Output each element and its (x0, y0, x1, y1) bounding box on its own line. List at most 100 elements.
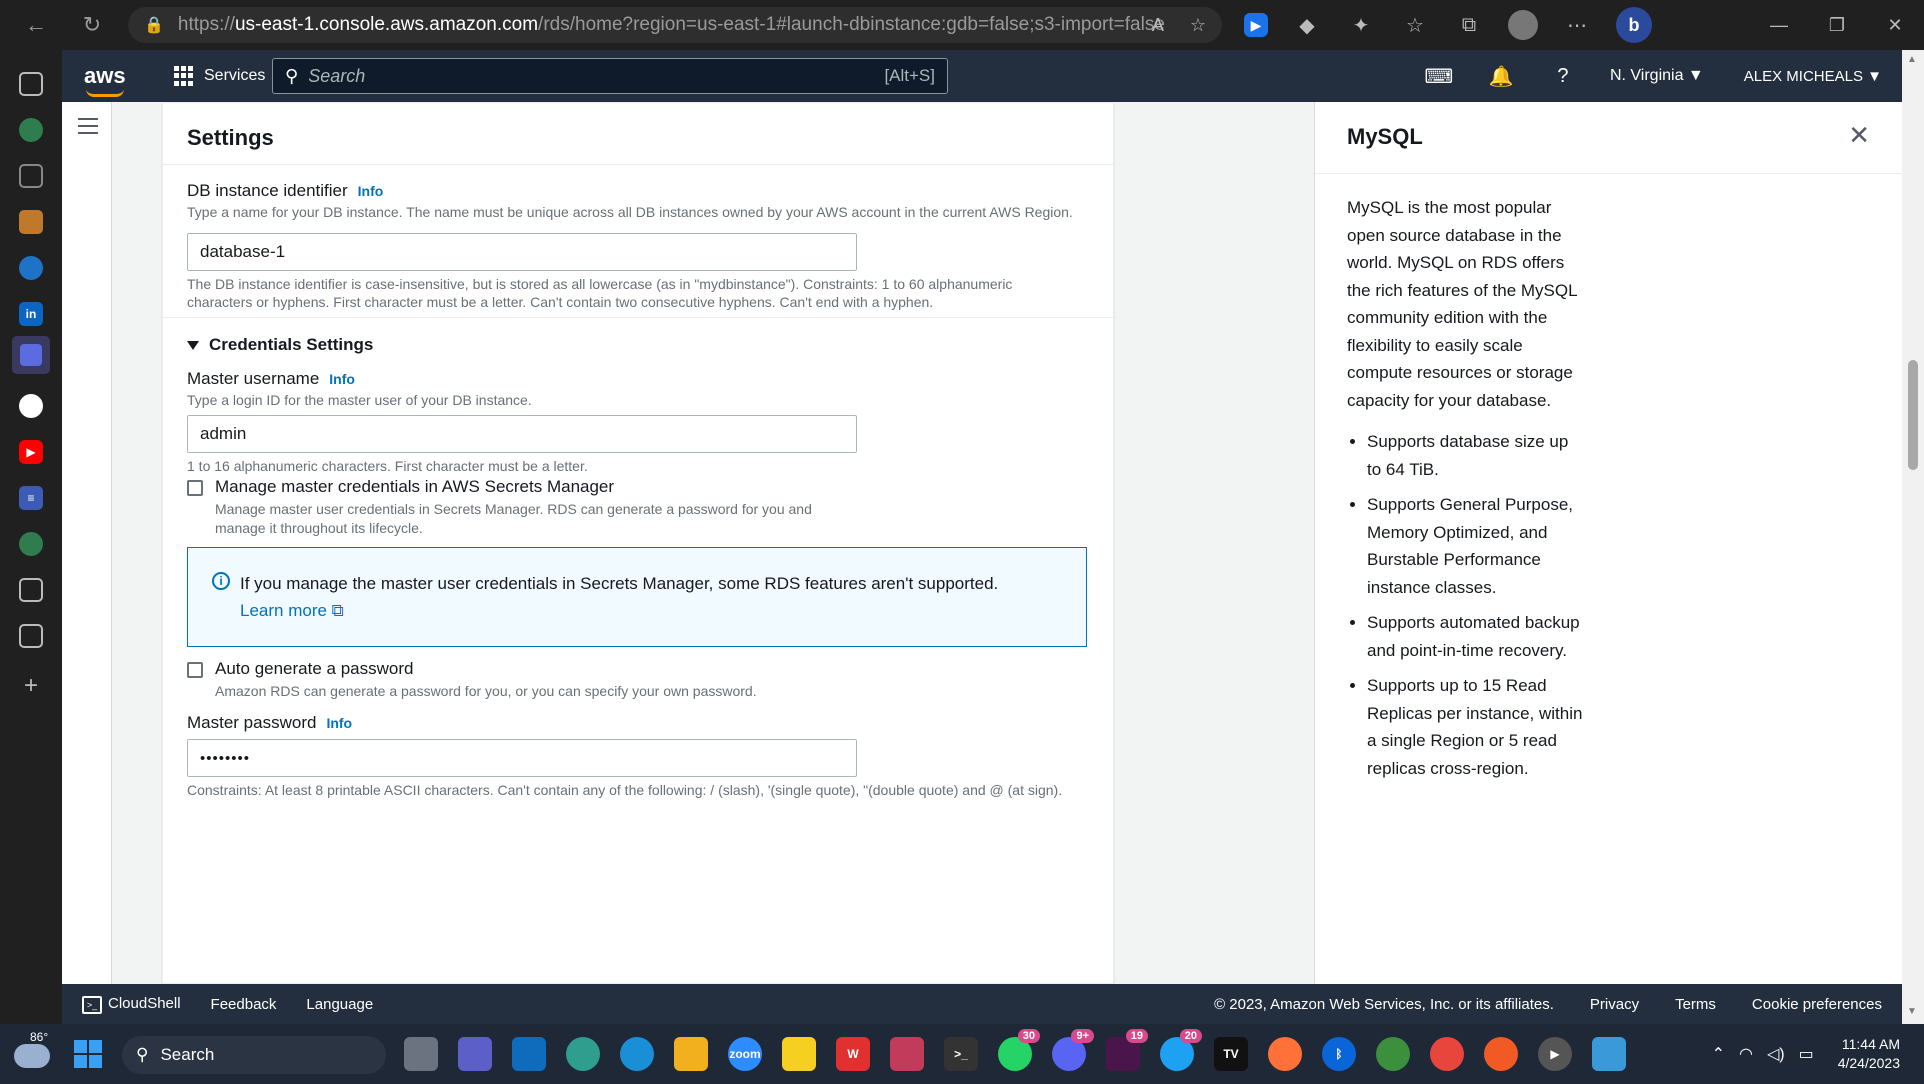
document-icon[interactable] (19, 624, 43, 648)
discord-icon[interactable]: 9+ (1052, 1029, 1094, 1071)
hamburger-icon[interactable] (78, 118, 98, 134)
app-icon[interactable] (19, 210, 43, 234)
search-shortcut: [Alt+S] (884, 66, 935, 85)
learn-more-link[interactable]: Learn more (240, 601, 327, 620)
master-username-input[interactable]: admin (187, 415, 857, 453)
services-menu[interactable]: Services (174, 66, 265, 86)
scroll-thumb[interactable] (1908, 360, 1918, 470)
media-player-icon[interactable]: ▶ (1538, 1037, 1572, 1071)
video-extension-icon[interactable]: ▶ (1244, 13, 1268, 37)
chatgpt-2-icon[interactable] (19, 532, 43, 556)
region-selector[interactable]: N. Virginia ▼ (1610, 67, 1704, 85)
windows-taskbar: 86° ⚲ Search zoom W >_ 30 9+ 19 20 TV ᛒ … (0, 1024, 1924, 1084)
db-identifier-input[interactable]: database-1 (187, 233, 857, 271)
back-icon[interactable]: ← (16, 5, 56, 45)
chrome-icon[interactable] (1430, 1037, 1464, 1071)
tabs-icon[interactable] (19, 72, 43, 96)
calendar-icon[interactable] (19, 164, 43, 188)
credentials-expander[interactable]: Credentials Settings (187, 335, 373, 355)
cloudshell-button[interactable]: >_ CloudShell (82, 995, 181, 1014)
favorites-icon[interactable]: ☆ (1400, 10, 1430, 40)
edge-dev-icon[interactable] (566, 1037, 600, 1071)
read-aloud-icon[interactable]: A (1152, 15, 1164, 36)
tradingview-icon[interactable]: TV (1214, 1037, 1248, 1071)
docs-icon[interactable]: ≡ (19, 486, 43, 510)
chevron-up-icon[interactable]: ⌃ (1712, 1044, 1725, 1064)
clock[interactable]: 11:44 AM 4/24/2023 (1838, 1035, 1900, 1073)
db-identifier-info-link[interactable]: Info (358, 183, 384, 199)
profile-avatar[interactable] (1508, 10, 1538, 40)
address-bar[interactable]: 🔒 https://us-east-1.console.aws.amazon.c… (128, 7, 1222, 43)
terms-link[interactable]: Terms (1675, 996, 1716, 1013)
extension-icon[interactable]: ◆ (1292, 10, 1322, 40)
slack-icon[interactable]: 19 (1106, 1029, 1148, 1071)
master-password-input[interactable]: •••••••• (187, 739, 857, 777)
battery-icon[interactable]: ▭ (1799, 1044, 1814, 1064)
aws-logo[interactable]: aws (84, 63, 136, 97)
scroll-down-icon[interactable]: ▼ (1907, 1006, 1917, 1017)
sticky-notes-icon[interactable] (782, 1037, 816, 1071)
add-icon[interactable]: + (19, 672, 43, 699)
minimize-icon[interactable]: — (1750, 0, 1808, 50)
favorite-add-icon[interactable]: ☆ (1190, 15, 1206, 36)
refresh-icon[interactable]: ↻ (72, 5, 112, 45)
scroll-up-icon[interactable]: ▲ (1907, 54, 1917, 65)
restore-icon[interactable]: ❐ (1808, 0, 1866, 50)
weather-widget[interactable]: 86° (14, 1030, 50, 1068)
cloudshell-icon[interactable]: ⌨ (1408, 64, 1470, 89)
firefox-icon[interactable] (1268, 1037, 1302, 1071)
manage-credentials-checkbox[interactable] (187, 480, 203, 496)
taskbar-search[interactable]: ⚲ Search (122, 1036, 386, 1074)
teams-icon[interactable] (458, 1037, 492, 1071)
active-app-icon[interactable] (12, 336, 50, 374)
puzzle-icon[interactable]: ✦ (1346, 10, 1376, 40)
db-identifier-field: DB instance identifier Info Type a name f… (187, 181, 1087, 311)
task-view-icon[interactable] (404, 1037, 438, 1071)
github-icon[interactable] (19, 394, 43, 418)
app-icon[interactable] (1484, 1037, 1518, 1071)
feedback-link[interactable]: Feedback (211, 996, 277, 1013)
wps-icon[interactable]: W (836, 1037, 870, 1071)
windows-start-icon[interactable] (74, 1040, 102, 1068)
privacy-link[interactable]: Privacy (1590, 996, 1639, 1013)
youtube-icon[interactable]: ▶ (19, 440, 43, 464)
master-password-constraints: Constraints: At least 8 printable ASCII … (187, 782, 1063, 798)
user-menu[interactable]: ALEX MICHEALS ▼ (1744, 68, 1882, 85)
master-username-info-link[interactable]: Info (329, 371, 355, 387)
twitter-icon[interactable]: 20 (1160, 1029, 1202, 1071)
snipping-tool-icon[interactable] (890, 1037, 924, 1071)
chrome-beta-icon[interactable] (1376, 1037, 1410, 1071)
whatsapp-icon[interactable]: 30 (998, 1029, 1040, 1071)
page-scrollbar[interactable]: ▲ ▼ (1902, 50, 1924, 1024)
language-link[interactable]: Language (306, 996, 373, 1013)
more-icon[interactable]: ⋯ (1562, 10, 1592, 40)
notepad-icon[interactable] (1592, 1037, 1626, 1071)
auto-generate-label[interactable]: Auto generate a password (215, 659, 757, 679)
chatgpt-icon[interactable] (19, 118, 43, 142)
caret-down-icon (187, 340, 199, 350)
manage-credentials-label[interactable]: Manage master credentials in AWS Secrets… (215, 477, 855, 497)
master-password-info-link[interactable]: Info (326, 715, 352, 731)
terminal-icon[interactable]: >_ (944, 1037, 978, 1071)
planner-icon[interactable] (19, 578, 43, 602)
close-icon[interactable]: ✕ (1848, 120, 1870, 173)
bing-icon[interactable]: b (1616, 7, 1652, 43)
close-window-icon[interactable]: ✕ (1866, 0, 1924, 50)
bell-icon[interactable]: 🔔 (1470, 64, 1532, 89)
auto-generate-checkbox[interactable] (187, 662, 203, 678)
aws-search-input[interactable]: ⚲ Search [Alt+S] (272, 58, 948, 94)
collections-icon[interactable]: ⧉ (1454, 10, 1484, 40)
help-title: MySQL (1347, 124, 1423, 149)
wifi-icon[interactable]: ◠ (1739, 1044, 1753, 1064)
volume-icon[interactable]: ◁) (1767, 1044, 1785, 1064)
linkedin-icon[interactable]: in (19, 302, 43, 326)
bluetooth-icon[interactable]: ᛒ (1322, 1037, 1356, 1071)
help-icon[interactable]: ? (1532, 65, 1594, 88)
cookie-preferences-link[interactable]: Cookie preferences (1752, 996, 1882, 1013)
onedrive-icon[interactable] (19, 256, 43, 280)
store-icon[interactable] (512, 1037, 546, 1071)
file-explorer-icon[interactable] (674, 1037, 708, 1071)
settings-title: Settings (187, 125, 274, 150)
zoom-icon[interactable]: zoom (728, 1037, 762, 1071)
edge-icon[interactable] (620, 1037, 654, 1071)
